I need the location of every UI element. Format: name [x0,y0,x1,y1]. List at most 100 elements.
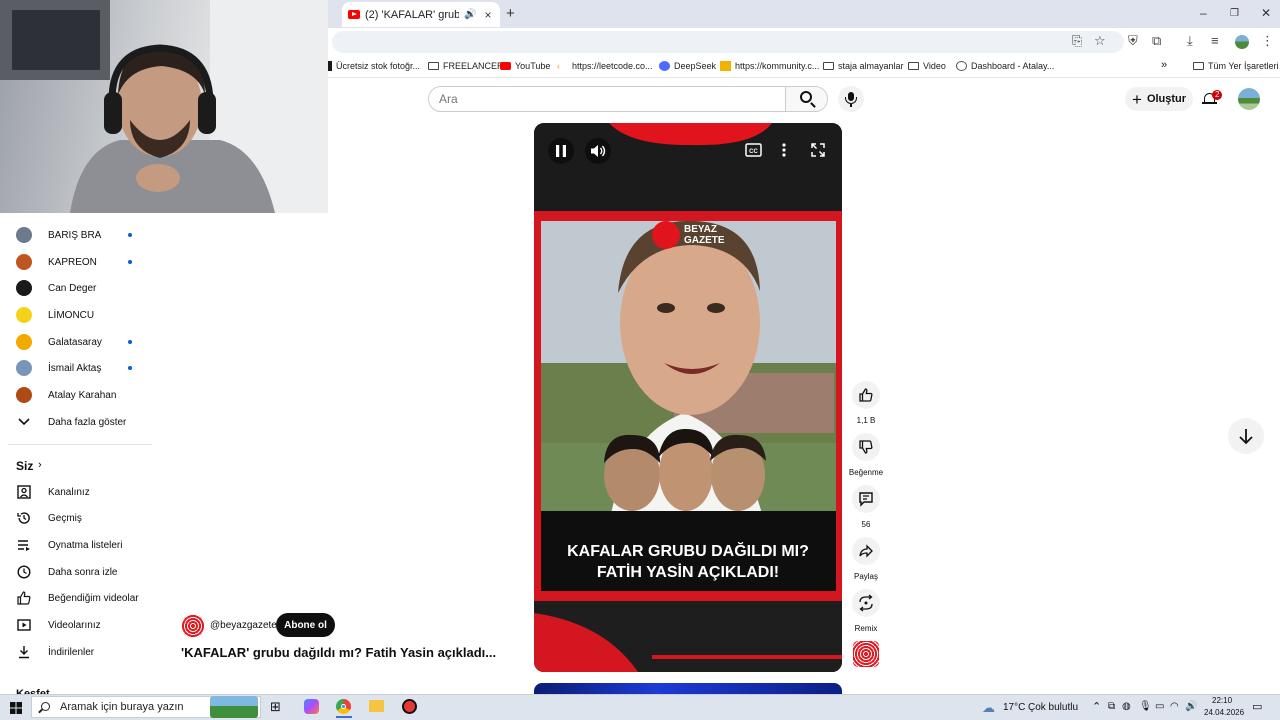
bookmark-item[interactable]: FREELANCER [428,61,504,71]
tray-app-icon[interactable]: ◍ [1122,701,1131,712]
copilot-icon[interactable] [304,699,319,714]
video-title[interactable]: 'KAFALAR' grubu dağıldı mı? Fatih Yasin … [181,645,496,660]
notification-badge: 2 [1212,90,1223,100]
close-window-icon[interactable]: ✕ [1261,6,1271,20]
account-avatar[interactable] [1238,88,1260,110]
show-more-button[interactable]: Daha fazla göster [0,409,150,435]
channel-avatar[interactable] [181,614,205,638]
address-bar[interactable] [332,31,1124,53]
chevron-right-icon[interactable]: › [38,459,42,471]
sidebar-item-your-channel[interactable]: Kanalınız [0,479,150,505]
sidebar-item-history[interactable]: Geçmiş [0,505,150,531]
downloads-icon[interactable]: ⤓ [1187,33,1193,49]
bookmark-item[interactable]: DeepSeek [659,61,716,71]
search-input[interactable] [439,92,779,106]
browser-tab-youtube[interactable]: (2) 'KAFALAR' grubu dağıldı mı? 🔊 × [342,2,500,27]
channel-handle[interactable]: @beyazgazete [210,620,277,631]
logo-line-2: GAZETE [684,235,725,246]
bookmark-item[interactable]: YouTube [500,61,550,71]
windows-start-icon[interactable] [10,701,22,714]
sidebar-item-label: İndirilenler [48,646,95,658]
voice-search-button[interactable] [838,86,864,112]
sidebar-item-subscription[interactable]: BARIŞ BRA [0,222,150,248]
sidebar-item-downloads[interactable]: İndirilenler [0,639,150,665]
search-button[interactable] [785,87,827,111]
stock-photo-icon [328,61,332,71]
sidebar-item-watch-later[interactable]: Daha sonra izle [0,559,150,585]
captions-button[interactable]: CC [744,142,764,158]
comments-button[interactable] [852,485,880,513]
fullscreen-button[interactable] [809,141,827,159]
bookmarks-overflow-button[interactable]: » [1161,59,1167,71]
file-explorer-icon[interactable] [369,700,384,712]
sidebar-item-subscription[interactable]: İsmail Aktaş [0,355,150,381]
sidebar-item-liked-videos[interactable]: Beğendiğim videolar [0,585,150,611]
channel-avatar [16,360,32,376]
bookmark-item[interactable]: Dashboard - Atalay... [956,61,1054,71]
sidebar-item-subscription[interactable]: LİMONCU [0,302,150,328]
next-video-button[interactable] [1228,418,1264,454]
media-controls-icon[interactable]: ≡ [1211,33,1219,48]
sidebar-item-subscription[interactable]: Atalay Karahan [0,382,150,408]
pause-button[interactable] [548,138,574,164]
bookmark-item[interactable]: ‹ https://leetcode.co... [557,61,653,71]
sidebar-item-subscription[interactable]: KAPREON [0,249,150,275]
extensions-puzzle-icon[interactable]: ⧉ [1152,33,1161,49]
deepseek-icon [659,61,670,71]
bookmark-item[interactable]: Ücretsiz stok fotoğr... [328,61,420,71]
tray-overflow-icon[interactable]: ⌃ [1092,700,1101,713]
weather-icon[interactable]: ☁ [982,700,995,716]
player-more-button[interactable] [776,141,792,159]
shorts-player[interactable]: BEYAZ GAZETE KAFALAR GRUBU DAĞILDI MI? F… [534,123,842,672]
more-menu-icon[interactable]: ⋮ [1261,33,1274,49]
sidebar-item-playlists[interactable]: Oynatma listeleri [0,532,150,558]
weather-temp[interactable]: 17°C [1003,702,1025,713]
like-count: 1,1 B [856,416,876,425]
install-app-icon[interactable]: ⎘ [1072,33,1082,49]
you-section-header[interactable]: Siz [16,459,33,473]
sound-thumbnail[interactable] [853,641,879,667]
speaker-icon[interactable]: 🔊 [1185,701,1197,712]
search-highlight-image[interactable] [210,696,258,718]
remix-button[interactable] [852,589,880,617]
tab-close-button[interactable]: × [484,8,491,22]
sidebar-item-subscription[interactable]: Can Deger [0,275,150,301]
bookmark-item[interactable]: Video [908,61,946,71]
clock-date[interactable]: 24.04.2026 [1204,708,1244,717]
new-tab-button[interactable]: + [506,5,515,22]
like-button[interactable] [852,381,880,409]
tab-audio-icon[interactable]: 🔊 [464,9,476,20]
comment-icon [859,492,873,507]
remix-label: Remix [854,624,878,633]
channel-icon [17,485,31,499]
create-button[interactable]: + Oluştur [1125,87,1193,111]
bookmark-item[interactable]: https://kommunity.c... [720,61,819,71]
channel-avatar [16,254,32,270]
microphone-tray-icon[interactable]: 🎙 [1139,701,1152,712]
profile-avatar[interactable] [1235,35,1249,49]
clock-time[interactable]: 22:10 [1212,696,1232,705]
task-view-icon[interactable]: ⊞ [270,699,281,715]
tray-app-icon[interactable]: ⧉ [1108,701,1115,712]
downloads-icon [19,646,29,659]
subscribe-button[interactable]: Abone ol [276,613,335,637]
volume-button[interactable] [585,138,611,164]
network-icon[interactable]: ▭ [1155,701,1164,712]
sidebar-item-subscription[interactable]: Galatasaray [0,329,150,355]
notification-center-icon[interactable]: ▭ [1252,700,1262,713]
screen-recorder-icon[interactable] [402,699,417,714]
minimize-icon[interactable]: – [1200,6,1207,20]
wifi-icon[interactable]: ◠ [1170,701,1179,712]
all-bookmarks-button[interactable]: Tüm Yer İşaretleri [1193,61,1279,71]
leetcode-icon: ‹ [557,61,560,71]
weather-desc[interactable]: Çok bulutlu [1028,702,1078,713]
bookmark-star-icon[interactable]: ☆ [1094,33,1106,49]
restore-icon[interactable]: ❐ [1230,8,1239,19]
dislike-button[interactable] [852,433,880,461]
share-button[interactable] [852,537,880,565]
sidebar-item-your-videos[interactable]: Videolarınız [0,612,150,638]
video-headline: KAFALAR GRUBU DAĞILDI MI? FATİH YASİN AÇ… [542,541,834,583]
bookmark-item[interactable]: staja almayanlar [823,61,904,71]
folder-icon [428,62,439,70]
extension-shield-icon[interactable]: ⛨ [1128,33,1138,49]
